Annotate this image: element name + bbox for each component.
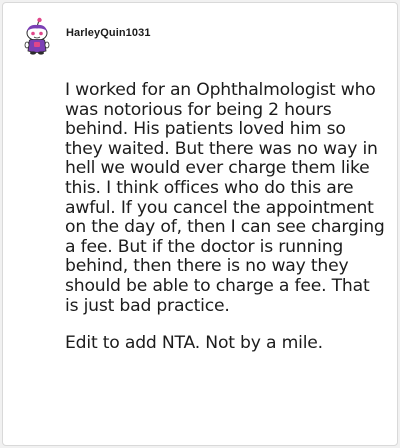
comment-paragraph: I worked for an Ophthalmologist who was … xyxy=(65,80,385,316)
comment-paragraph: Edit to add NTA. Not by a mile. xyxy=(65,333,323,354)
comment-card: HarleyQuin1031 I worked for an Ophthalmo… xyxy=(2,2,398,446)
username-link[interactable]: HarleyQuin1031 xyxy=(66,27,151,39)
comment-body: I worked for an Ophthalmologist who was … xyxy=(65,80,385,372)
snoo-avatar-icon[interactable] xyxy=(21,17,53,57)
